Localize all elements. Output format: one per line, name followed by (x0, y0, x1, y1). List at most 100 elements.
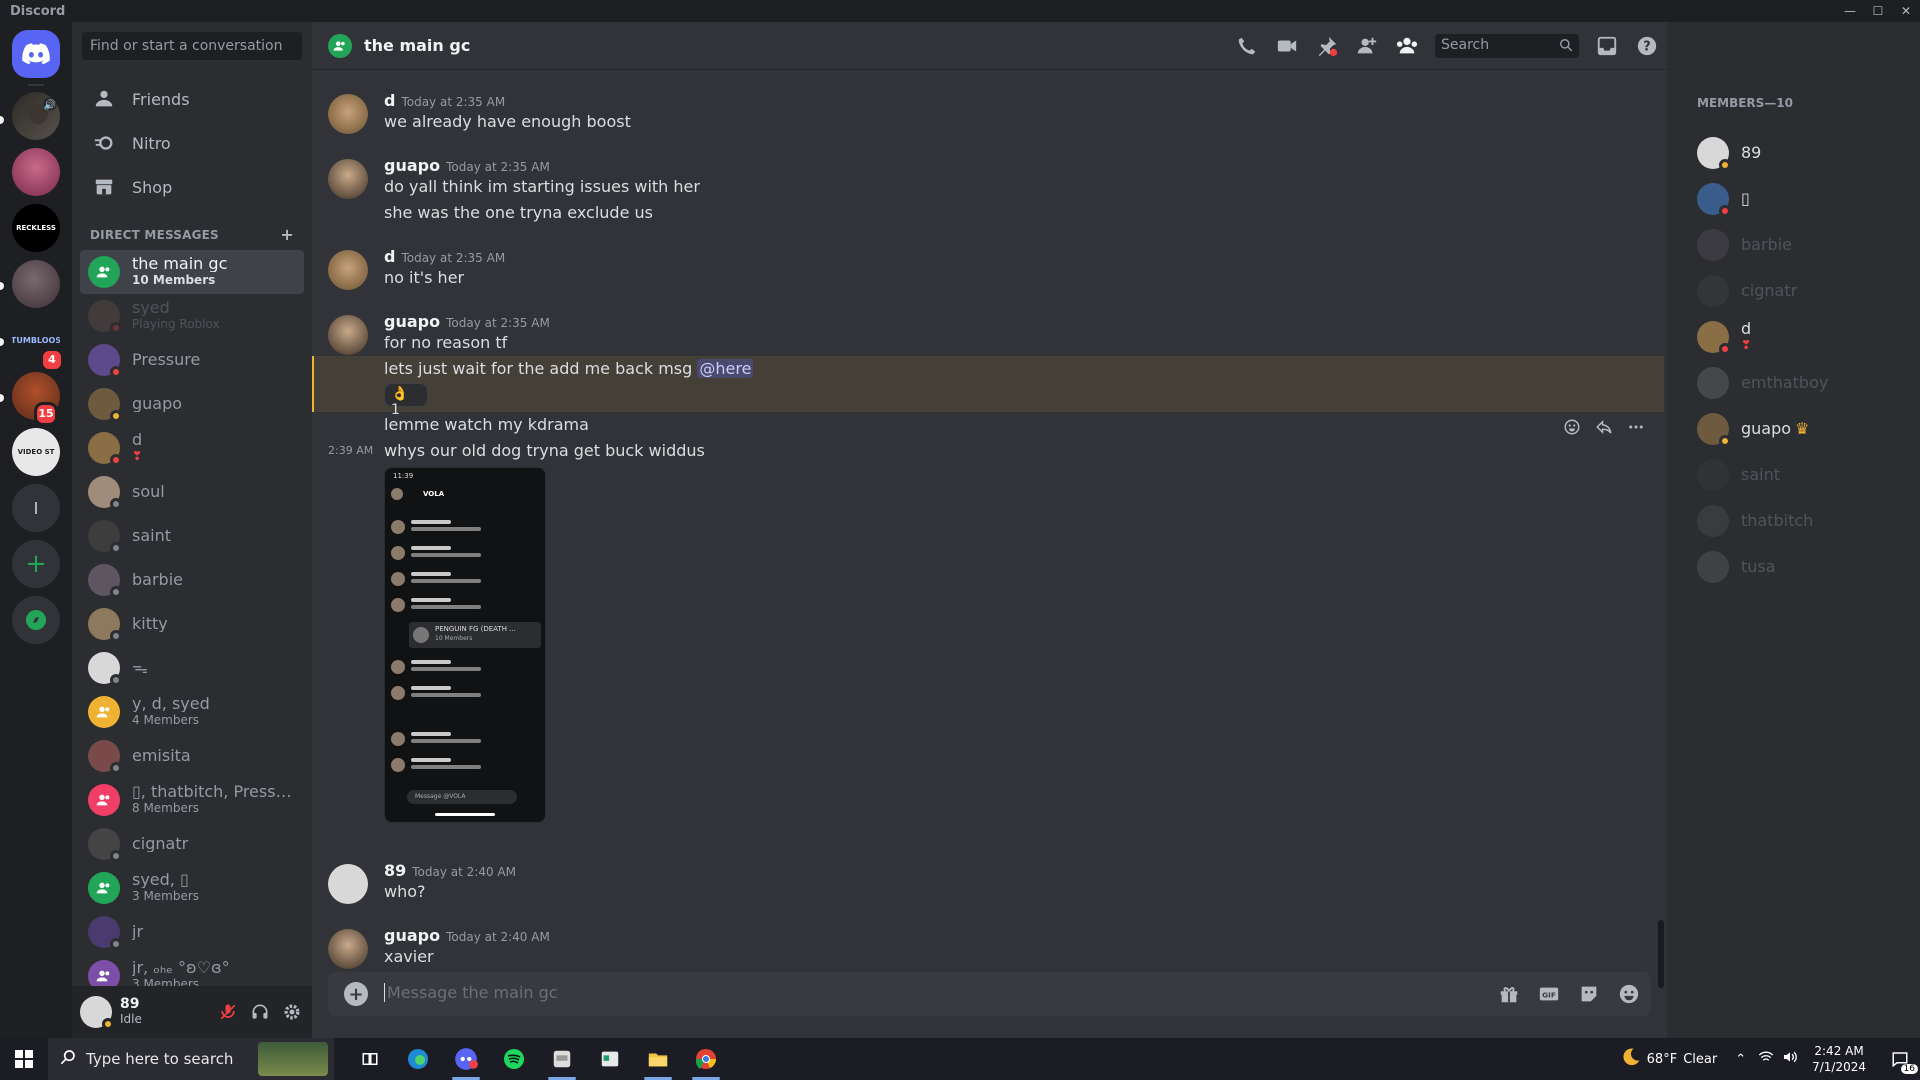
attach-plus-icon[interactable]: + (344, 982, 368, 1006)
dm-item[interactable]: syed Playing Roblox (80, 294, 304, 338)
weather-widget[interactable]: 68°F Clear (1621, 1047, 1717, 1071)
reaction-pill[interactable]: 👌 1 (384, 383, 428, 418)
member-item[interactable]: saint (1697, 454, 1912, 496)
dm-text: ᯓ (132, 660, 297, 676)
nav-shop[interactable]: Shop (80, 166, 304, 208)
notification-center-icon[interactable]: 16 (1880, 1050, 1920, 1074)
add-reaction-icon[interactable] (1563, 418, 1581, 436)
windows-start-button[interactable] (0, 1038, 48, 1080)
network-icon[interactable] (1758, 1049, 1774, 1069)
file-explorer-icon[interactable] (634, 1038, 682, 1080)
create-dm-plus-icon[interactable]: + (280, 225, 294, 244)
pinned-messages-icon[interactable] (1315, 34, 1339, 58)
sticker-icon[interactable] (1577, 982, 1601, 1006)
media-app-icon[interactable] (586, 1038, 634, 1080)
discord-taskbar-icon[interactable] (442, 1038, 490, 1080)
author-avatar[interactable] (328, 94, 368, 134)
author-name[interactable]: guapo (384, 926, 440, 945)
user-info[interactable]: 89 Idle (120, 997, 142, 1027)
video-call-icon[interactable] (1275, 34, 1299, 58)
add-friends-to-dm-icon[interactable] (1355, 34, 1379, 58)
system-clock[interactable]: 2:42 AM 7/1/2024 (1812, 1043, 1866, 1075)
image-attachment[interactable]: 11:39 VOLA PENGUIN FG (DEATH ... 10 Memb… (384, 467, 546, 823)
gif-icon[interactable]: GIF (1537, 982, 1561, 1006)
member-item[interactable]: ▯ (1697, 178, 1912, 220)
dm-item[interactable]: y, d, syed 4 Members (80, 690, 304, 734)
author-name[interactable]: guapo (384, 156, 440, 175)
home-button[interactable] (12, 30, 60, 78)
emoji-icon[interactable] (1617, 982, 1641, 1006)
author-avatar[interactable] (328, 315, 368, 355)
headphones-icon[interactable] (248, 1000, 272, 1024)
author-avatar[interactable] (328, 250, 368, 290)
chat-scrollbar[interactable] (1658, 920, 1664, 988)
member-item[interactable]: guapo ♛ (1697, 408, 1912, 450)
server-icon-4[interactable] (12, 260, 60, 308)
dm-item[interactable]: soul (80, 470, 304, 514)
more-options-icon[interactable] (1627, 418, 1645, 436)
channel-search-input[interactable]: Search (1435, 34, 1579, 58)
author-avatar[interactable] (328, 929, 368, 969)
member-item[interactable]: thatbitch (1697, 500, 1912, 542)
inbox-icon[interactable] (1595, 34, 1619, 58)
message-input[interactable]: Message the main gc (384, 983, 558, 1002)
mute-mic-icon[interactable] (216, 1000, 240, 1024)
dm-sidebar: Find or start a conversation Friends Nit… (72, 22, 312, 1038)
help-icon[interactable]: ? (1635, 34, 1659, 58)
dm-item[interactable]: kitty (80, 602, 304, 646)
gift-icon[interactable] (1497, 982, 1521, 1006)
author-name[interactable]: guapo (384, 312, 440, 331)
member-item[interactable]: emthatboy (1697, 362, 1912, 404)
dm-item[interactable]: cignatr (80, 822, 304, 866)
server-icon-3[interactable]: RECKLESS (12, 204, 60, 252)
spotify-icon[interactable] (490, 1038, 538, 1080)
minimize-button[interactable]: — (1836, 0, 1864, 22)
voice-call-icon[interactable] (1235, 34, 1259, 58)
notes-app-icon[interactable] (538, 1038, 586, 1080)
member-item[interactable]: cignatr (1697, 270, 1912, 312)
member-name: 89 (1741, 143, 1762, 162)
chrome-icon[interactable] (682, 1038, 730, 1080)
settings-gear-icon[interactable] (280, 1000, 304, 1024)
author-avatar[interactable] (328, 864, 368, 904)
author-name[interactable]: d (384, 91, 395, 110)
dm-item[interactable]: syed, ▯ 3 Members (80, 866, 304, 910)
maximize-button[interactable]: ☐ (1864, 0, 1892, 22)
author-name[interactable]: 89 (384, 861, 406, 880)
dm-item[interactable]: jr (80, 910, 304, 954)
taskbar-search-input[interactable]: Type here to search (48, 1038, 334, 1080)
author-name[interactable]: d (384, 247, 395, 266)
close-window-button[interactable]: ✕ (1892, 0, 1920, 22)
server-icon-2[interactable] (12, 148, 60, 196)
dm-item[interactable]: guapo (80, 382, 304, 426)
chevron-up-icon[interactable]: ⌃ (1735, 1052, 1746, 1067)
nav-nitro[interactable]: Nitro (80, 122, 304, 164)
find-conversation-input[interactable]: Find or start a conversation (82, 32, 302, 60)
reply-icon[interactable] (1595, 418, 1613, 436)
dm-item[interactable]: d ❣ (80, 426, 304, 470)
dm-item[interactable]: saint (80, 514, 304, 558)
member-item[interactable]: tusa (1697, 546, 1912, 588)
nav-friends[interactable]: Friends (80, 78, 304, 120)
server-icon-7[interactable]: VIDEO ST (12, 428, 60, 476)
user-avatar[interactable] (80, 996, 114, 1030)
member-item[interactable]: 89 (1697, 132, 1912, 174)
dm-item[interactable]: barbie (80, 558, 304, 602)
dm-item[interactable]: Pressure (80, 338, 304, 382)
edge-browser-icon[interactable] (394, 1038, 442, 1080)
explore-servers-button[interactable] (12, 596, 60, 644)
server-icon-8[interactable]: l (12, 484, 60, 532)
volume-icon[interactable] (1782, 1049, 1798, 1069)
here-mention[interactable]: @here (697, 359, 754, 378)
member-item[interactable]: barbie (1697, 224, 1912, 266)
server-icon-1[interactable]: 🔊 (12, 92, 60, 140)
member-item[interactable]: d ❣ (1697, 316, 1912, 358)
author-avatar[interactable] (328, 159, 368, 199)
add-server-button[interactable]: + (12, 540, 60, 588)
task-view-icon[interactable] (346, 1038, 394, 1080)
member-list-icon[interactable] (1395, 34, 1419, 58)
dm-item[interactable]: emisita (80, 734, 304, 778)
dm-item[interactable]: ▯, thatbitch, Pressure...8 Members (80, 778, 304, 822)
dm-item[interactable]: the main gc 10 Members (80, 250, 304, 294)
dm-item[interactable]: ᯓ (80, 646, 304, 690)
